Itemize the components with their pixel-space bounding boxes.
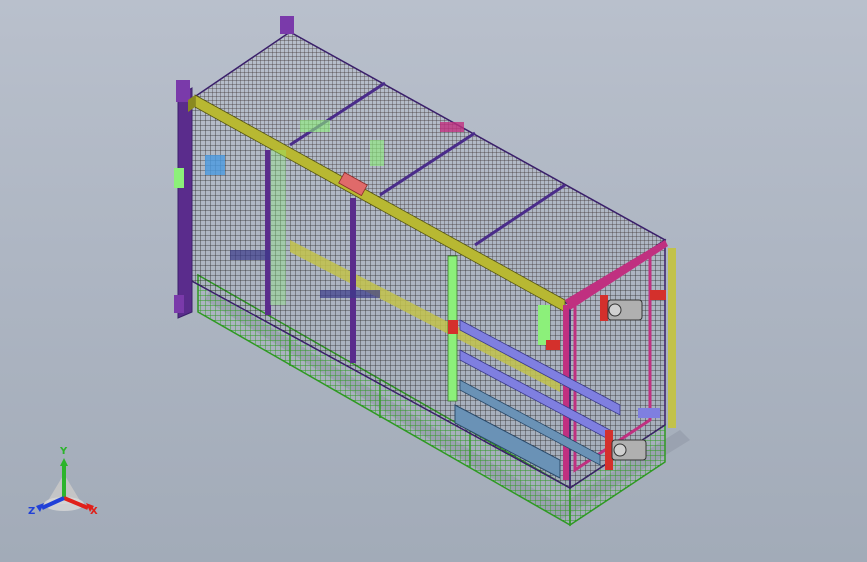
y-axis-label: Y [60,446,68,457]
z-axis-label: Z [28,506,36,517]
cad-model[interactable] [0,0,867,562]
orientation-triad[interactable]: Y X Z [24,446,108,526]
graphics-viewport[interactable]: Y X Z [0,0,867,562]
x-axis-label: X [90,506,98,517]
